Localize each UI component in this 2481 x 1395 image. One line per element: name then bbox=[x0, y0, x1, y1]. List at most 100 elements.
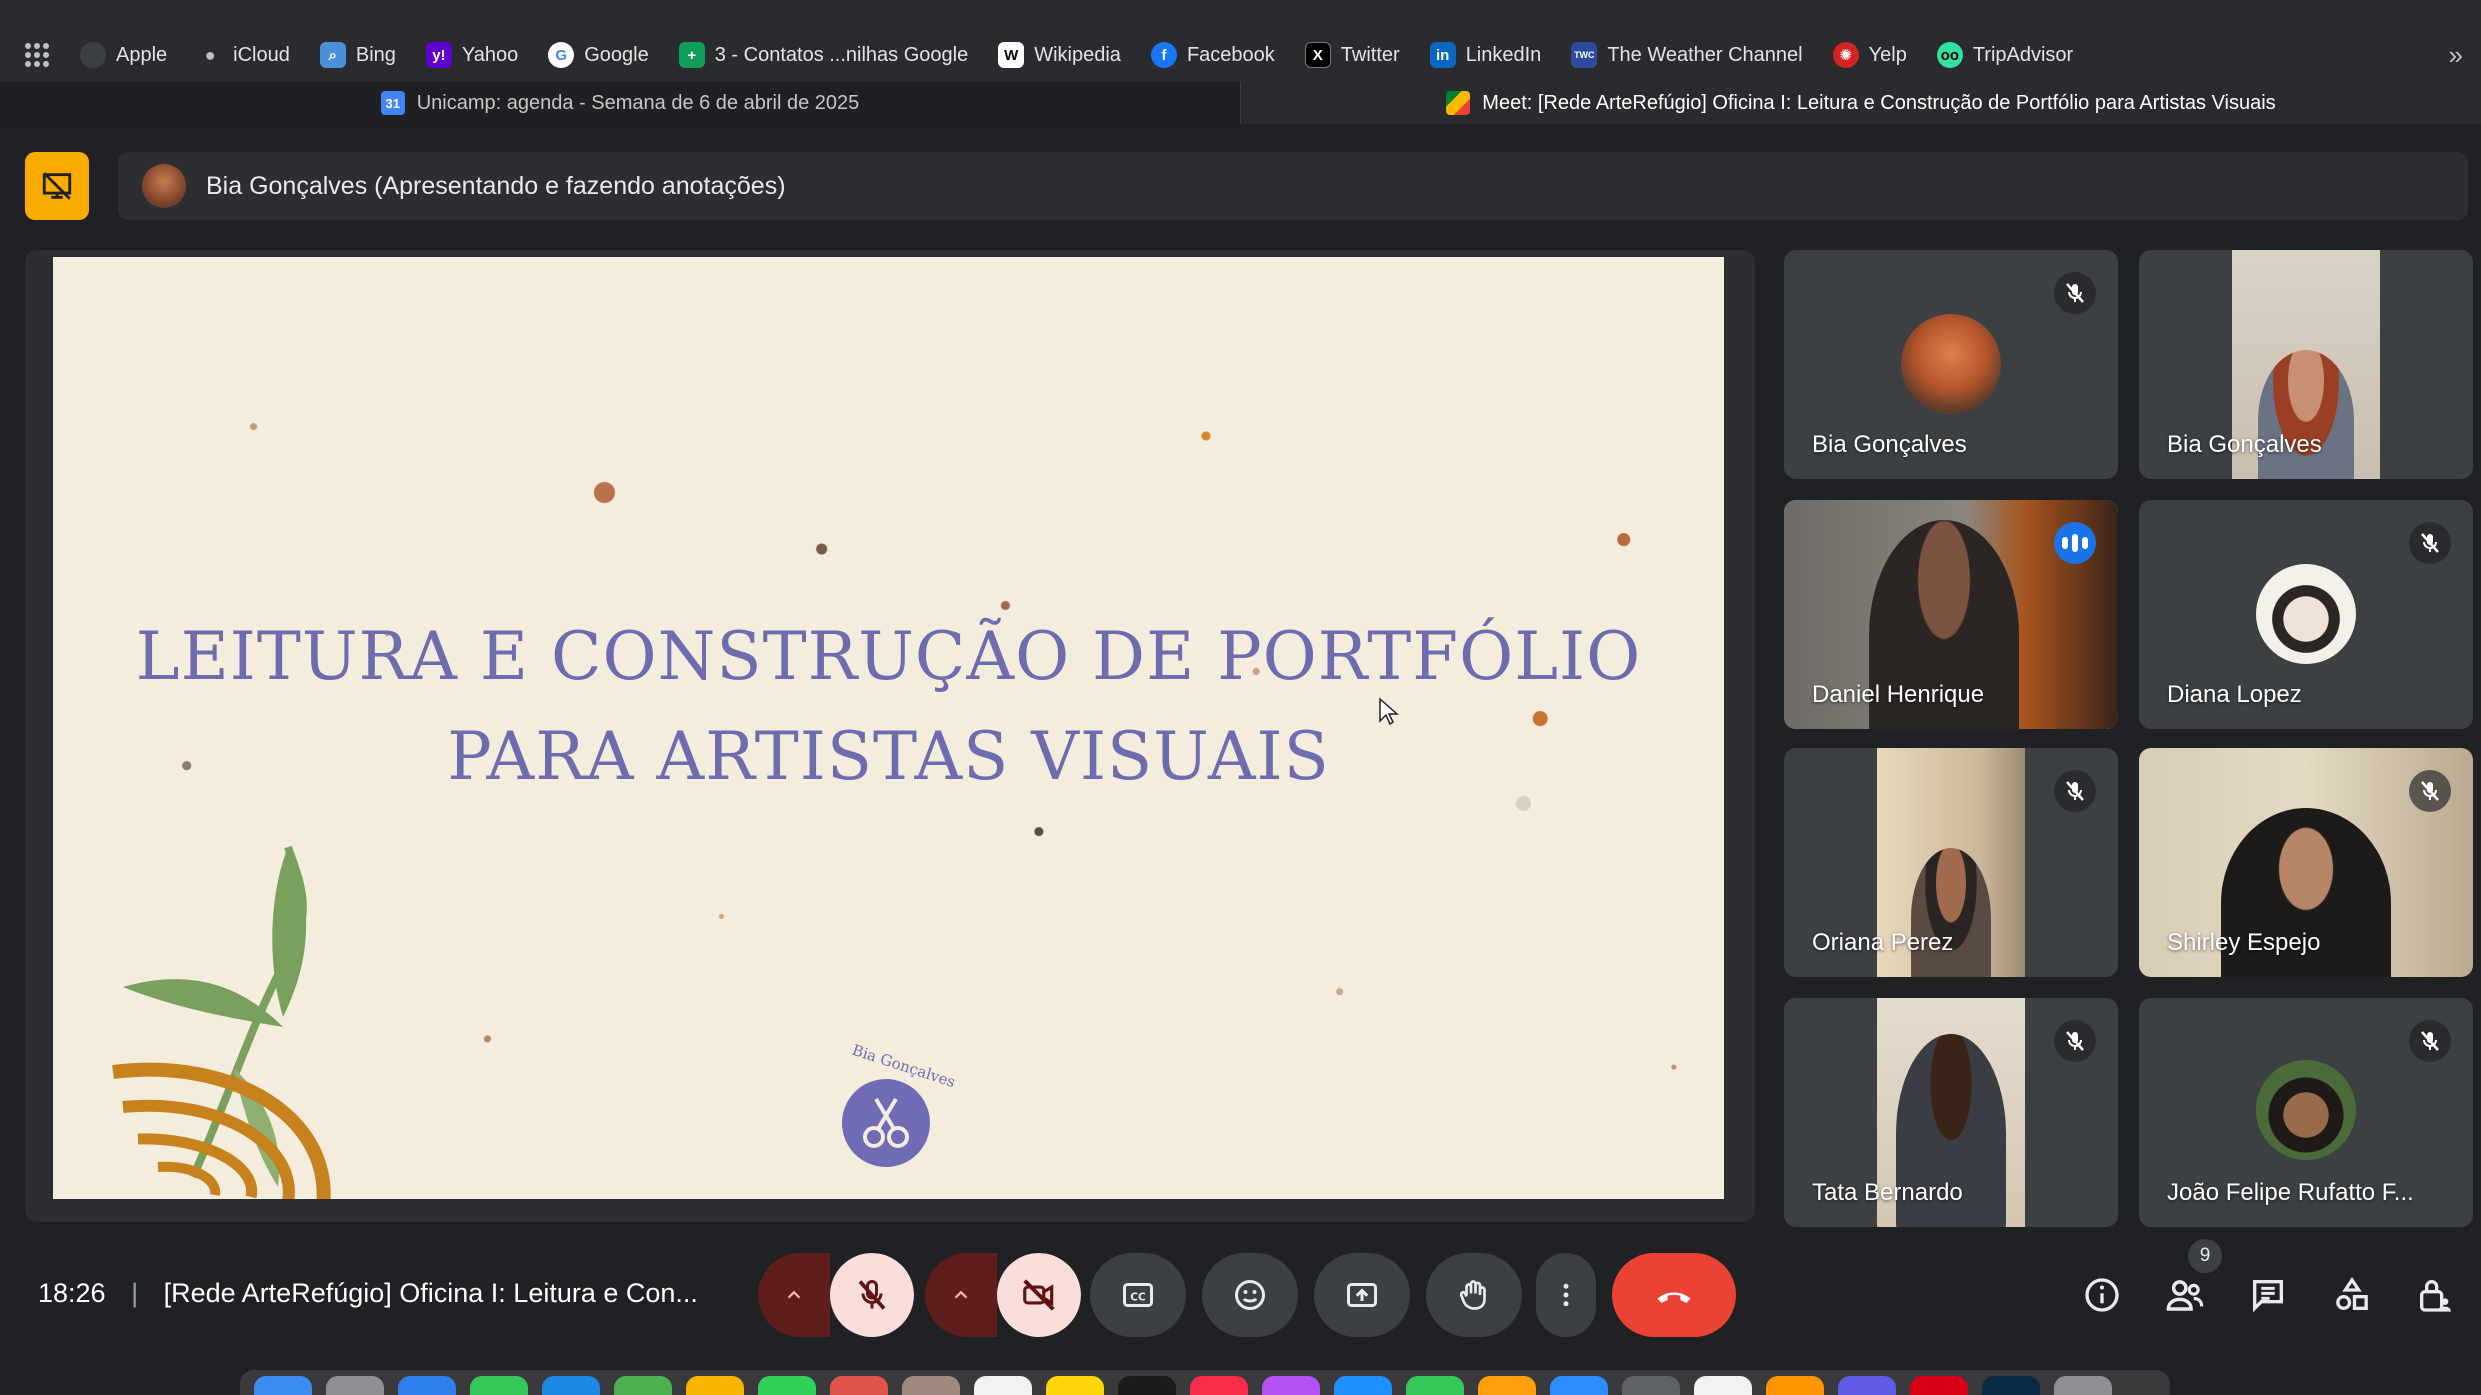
call-end-icon bbox=[1657, 1292, 1691, 1303]
sheets-icon: + bbox=[678, 42, 705, 68]
bookmark-google[interactable]: G Google bbox=[548, 42, 649, 68]
bookmark-apple[interactable]: Apple bbox=[80, 42, 167, 68]
music-icon[interactable] bbox=[1190, 1376, 1248, 1395]
bookmark-yahoo[interactable]: y! Yahoo bbox=[425, 42, 518, 68]
bookmark-bing[interactable]: ⌕ Bing bbox=[319, 42, 396, 68]
people-button[interactable] bbox=[2160, 1270, 2210, 1320]
separator: | bbox=[131, 1278, 139, 1308]
participant-tile[interactable]: Oriana Perez bbox=[1784, 748, 2118, 977]
chrome-icon[interactable] bbox=[1622, 1376, 1680, 1395]
bookmark-weather[interactable]: TWC The Weather Channel bbox=[1571, 42, 1803, 68]
tv-icon[interactable] bbox=[1118, 1376, 1176, 1395]
bookmark-label: Apple bbox=[116, 43, 168, 66]
maps-icon[interactable] bbox=[614, 1376, 672, 1395]
activities-button[interactable] bbox=[2327, 1270, 2377, 1320]
weather-icon: TWC bbox=[1571, 42, 1598, 68]
safari-icon[interactable] bbox=[398, 1376, 456, 1395]
linkedin-icon: in bbox=[1429, 42, 1456, 68]
trash-icon[interactable] bbox=[2054, 1376, 2112, 1395]
leave-call-button[interactable] bbox=[1612, 1253, 1736, 1337]
reactions-button[interactable] bbox=[1202, 1253, 1298, 1337]
pages-icon[interactable] bbox=[1478, 1376, 1536, 1395]
participant-tile[interactable]: Bia Gonçalves bbox=[2139, 250, 2473, 479]
participant-tile[interactable]: Bia Gonçalves bbox=[1784, 250, 2118, 479]
app-icon[interactable] bbox=[1910, 1376, 1968, 1395]
raise-hand-button[interactable] bbox=[1426, 1253, 1522, 1337]
activities-icon bbox=[2336, 1276, 2368, 1310]
mic-toggle-button[interactable] bbox=[830, 1253, 914, 1337]
more-options-button[interactable] bbox=[1536, 1253, 1596, 1337]
camera-toggle-button[interactable] bbox=[997, 1253, 1081, 1337]
finder-icon[interactable] bbox=[254, 1376, 312, 1395]
bookmark-label: Wikipedia bbox=[1034, 43, 1121, 66]
wikipedia-icon: W bbox=[998, 42, 1025, 68]
svg-text:CC: CC bbox=[1130, 1291, 1146, 1303]
plant-illustration bbox=[112, 845, 331, 1199]
mic-off-icon bbox=[2054, 1020, 2096, 1062]
meeting-details-button[interactable] bbox=[2077, 1270, 2127, 1320]
bia-goncalves-logo: Bia Gonçalves bbox=[834, 1041, 958, 1167]
chat-button[interactable] bbox=[2243, 1270, 2293, 1320]
notes-icon[interactable] bbox=[1046, 1376, 1104, 1395]
apple-icon: ● bbox=[197, 42, 224, 68]
participant-count-badge: 9 bbox=[2188, 1239, 2222, 1273]
bookmark-wikipedia[interactable]: W Wikipedia bbox=[998, 42, 1121, 68]
bookmark-label: LinkedIn bbox=[1465, 43, 1542, 66]
photos-icon[interactable] bbox=[686, 1376, 744, 1395]
podcasts-icon[interactable] bbox=[1262, 1376, 1320, 1395]
messages-icon[interactable] bbox=[470, 1376, 528, 1395]
bookmark-sheets[interactable]: + 3 - Contatos ...nilhas Google bbox=[678, 42, 969, 68]
contacts-icon[interactable] bbox=[902, 1376, 960, 1395]
participant-tile[interactable]: Shirley Espejo bbox=[2139, 748, 2473, 977]
lock-person-icon bbox=[2420, 1280, 2451, 1312]
participant-tile[interactable]: Diana Lopez bbox=[2139, 500, 2473, 729]
stop-presenting-button[interactable] bbox=[25, 152, 89, 220]
bookmark-twitter[interactable]: X Twitter bbox=[1304, 42, 1400, 68]
appstore-icon[interactable] bbox=[1334, 1376, 1392, 1395]
apple-icon bbox=[80, 42, 106, 68]
captions-button[interactable]: CC bbox=[1090, 1253, 1186, 1337]
apps-grid-icon[interactable] bbox=[24, 42, 50, 68]
facetime-icon[interactable] bbox=[758, 1376, 816, 1395]
tab-meet[interactable]: Meet: [Rede ArteRefúgio] Oficina I: Leit… bbox=[1241, 82, 2481, 124]
meeting-title: [Rede ArteRefúgio] Oficina I: Leitura e … bbox=[163, 1278, 698, 1308]
avatar bbox=[142, 164, 186, 208]
mail-icon[interactable] bbox=[542, 1376, 600, 1395]
bookmark-yelp[interactable]: ✺ Yelp bbox=[1832, 42, 1907, 68]
slide-title: LEITURA E CONSTRUÇÃO DE PORTFÓLIO PARA A… bbox=[53, 607, 1724, 807]
bookmarks-bar: Apple ● iCloud ⌕ Bing y! Yahoo G Google … bbox=[0, 0, 2481, 82]
participant-name: Bia Gonçalves bbox=[2167, 431, 2322, 458]
hand-icon bbox=[1459, 1280, 1486, 1310]
present-off-icon bbox=[42, 172, 72, 200]
participant-name: Bia Gonçalves bbox=[1812, 431, 1967, 458]
zoom-icon[interactable] bbox=[1550, 1376, 1608, 1395]
bookmark-linkedin[interactable]: in LinkedIn bbox=[1429, 42, 1542, 68]
meet-icon bbox=[1446, 91, 1471, 115]
acrobat-icon[interactable] bbox=[1694, 1376, 1752, 1395]
presentation-slide: LEITURA E CONSTRUÇÃO DE PORTFÓLIO PARA A… bbox=[53, 257, 1724, 1199]
calendar-icon[interactable] bbox=[830, 1376, 888, 1395]
present-screen-button[interactable] bbox=[1314, 1253, 1410, 1337]
bookmark-label: Twitter bbox=[1340, 43, 1400, 66]
bookmark-label: 3 - Contatos ...nilhas Google bbox=[714, 43, 969, 66]
photoshop-icon[interactable] bbox=[1982, 1376, 2040, 1395]
bookmark-tripadvisor[interactable]: oo TripAdvisor bbox=[1936, 42, 2073, 68]
tab-title: Unicamp: agenda - Semana de 6 de abril d… bbox=[416, 91, 860, 114]
app-icon[interactable] bbox=[1838, 1376, 1896, 1395]
present-screen-icon bbox=[1347, 1283, 1377, 1307]
app-icon[interactable] bbox=[1766, 1376, 1824, 1395]
more-bookmarks-icon[interactable]: » bbox=[2449, 40, 2463, 71]
participant-tile[interactable]: Tata Bernardo bbox=[1784, 998, 2118, 1227]
tripadvisor-icon: oo bbox=[1936, 42, 1963, 68]
tab-unicamp-agenda[interactable]: 31 Unicamp: agenda - Semana de 6 de abri… bbox=[0, 82, 1241, 124]
numbers-icon[interactable] bbox=[1406, 1376, 1464, 1395]
bookmark-facebook[interactable]: f Facebook bbox=[1150, 42, 1275, 68]
host-controls-button[interactable] bbox=[2410, 1270, 2460, 1320]
launchpad-icon[interactable] bbox=[326, 1376, 384, 1395]
bookmark-label: Yelp bbox=[1868, 43, 1907, 66]
participant-tile[interactable]: Daniel Henrique bbox=[1784, 500, 2118, 729]
bookmark-icloud[interactable]: ● iCloud bbox=[197, 42, 290, 68]
participant-tile[interactable]: João Felipe Rufatto F... bbox=[2139, 998, 2473, 1227]
mic-off-icon bbox=[858, 1280, 886, 1310]
reminders-icon[interactable] bbox=[974, 1376, 1032, 1395]
